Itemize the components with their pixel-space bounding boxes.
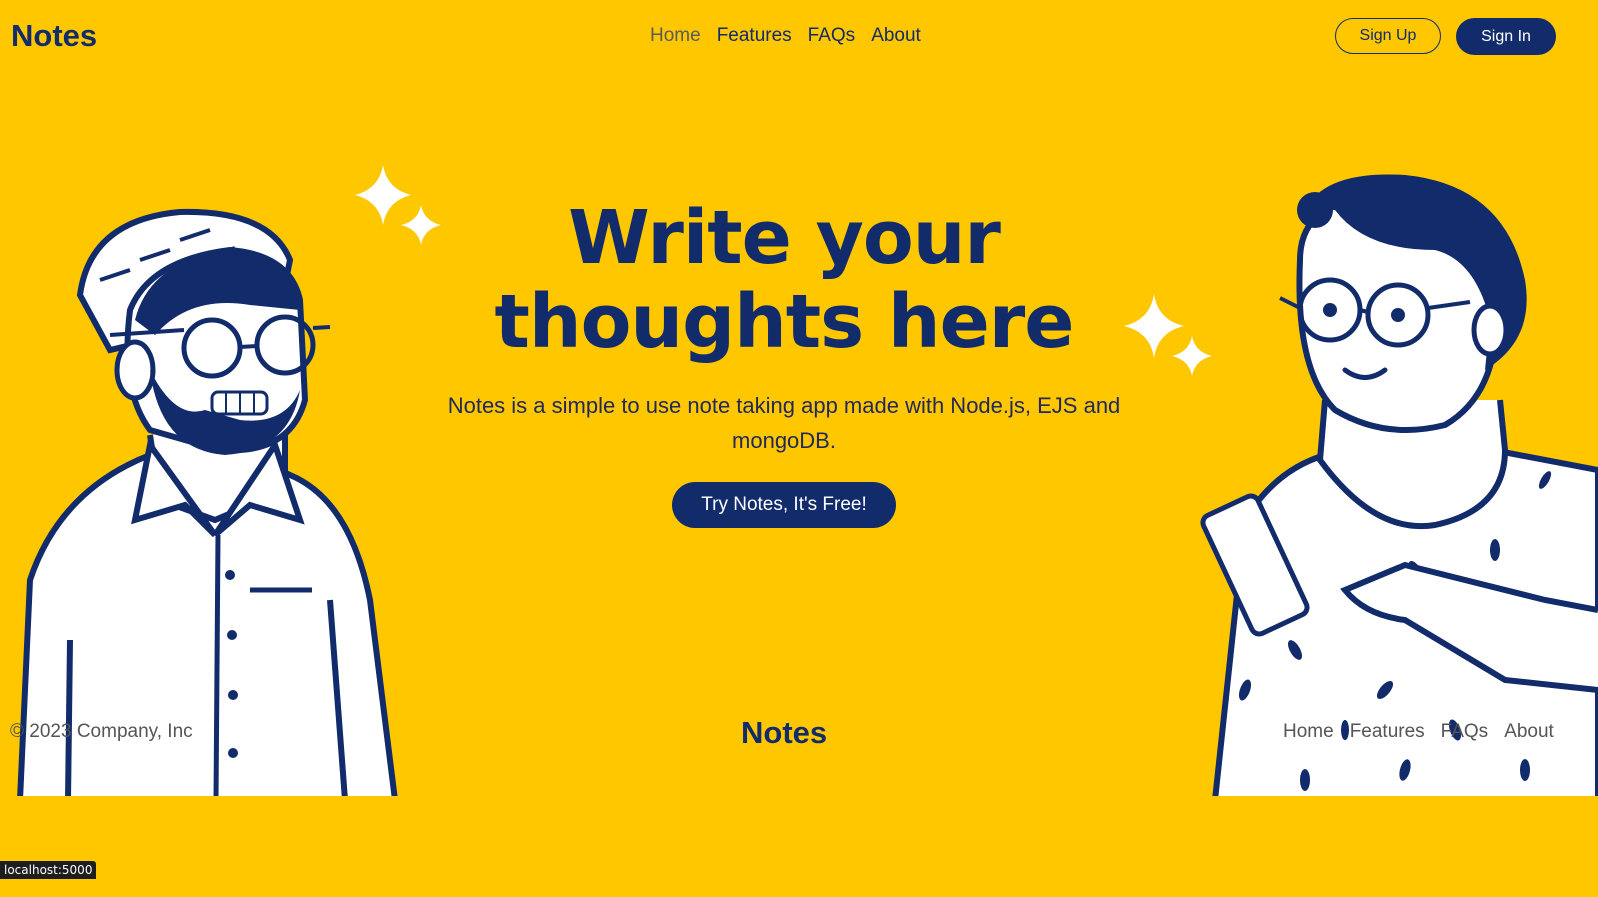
man-illustration: [16, 208, 399, 803]
footer-nav-home[interactable]: Home: [1283, 721, 1334, 743]
footer-nav: Home Features FAQs About: [1283, 721, 1554, 743]
sign-up-button[interactable]: Sign Up: [1335, 18, 1441, 54]
bottom-band: [0, 796, 1598, 897]
sparkle-icon: [1124, 294, 1212, 376]
woman-illustration: [1200, 174, 1598, 803]
nav-features[interactable]: Features: [717, 25, 792, 47]
hero-title-line-2: thoughts here: [494, 279, 1075, 365]
main-nav: Home Features FAQs About: [650, 25, 921, 47]
landing-page: Notes Home Features FAQs About Sign Up S…: [0, 0, 1598, 897]
brand-logo[interactable]: Notes: [11, 18, 97, 54]
hero-title-line-1: Write your: [568, 195, 1001, 281]
nav-home[interactable]: Home: [650, 25, 701, 47]
try-notes-button[interactable]: Try Notes, It's Free!: [672, 482, 896, 528]
status-bar-url: localhost:5000: [0, 861, 97, 879]
nav-faqs[interactable]: FAQs: [808, 25, 856, 47]
footer-nav-features[interactable]: Features: [1350, 721, 1425, 743]
hero-subtitle: Notes is a simple to use note taking app…: [447, 393, 1121, 453]
footer-brand[interactable]: Notes: [741, 715, 827, 751]
sign-in-button[interactable]: Sign In: [1456, 18, 1556, 55]
hero-title: Write your thoughts here: [430, 196, 1138, 364]
footer-nav-faqs[interactable]: FAQs: [1441, 721, 1489, 743]
nav-about[interactable]: About: [871, 25, 921, 47]
footer-nav-about[interactable]: About: [1504, 721, 1554, 743]
footer-copyright: © 2023 Company, Inc: [10, 721, 193, 742]
